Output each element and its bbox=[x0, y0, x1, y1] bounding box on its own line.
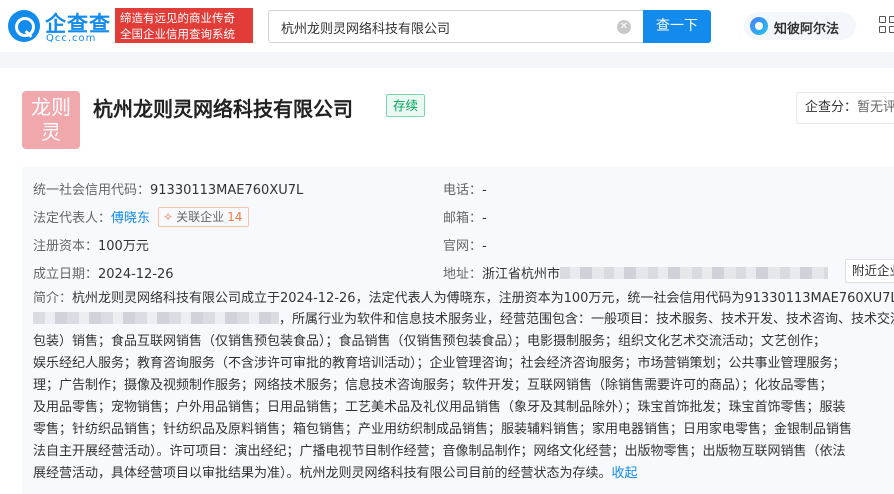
qcc-logo[interactable]: 企查查 Qcc.com bbox=[8, 8, 112, 44]
founded-value: 2024-12-26 bbox=[98, 267, 174, 282]
capital-value: 100万元 bbox=[98, 239, 149, 254]
slogan-line2: 全国企业信用查询系统 bbox=[120, 27, 235, 41]
address-value[interactable]: 浙江省杭州市 bbox=[482, 267, 560, 282]
founded-field: 成立日期：2024-12-26 bbox=[33, 263, 174, 282]
related-icon: ✧ bbox=[163, 210, 174, 224]
phone-label: 电话： bbox=[443, 183, 483, 198]
related-companies-tag[interactable]: ✧ 关联企业 14 bbox=[158, 207, 250, 227]
email-field: 邮箱：- bbox=[443, 207, 487, 226]
intro-line-1: 简介：杭州龙则灵网络科技有限公司成立于2024-12-26，法定代表人为傅晓东，… bbox=[33, 290, 894, 308]
intro-line-2: ，所属行业为软件和信息技术服务业，经营范围包含：一般项目：技术服务、技术开发、技… bbox=[33, 311, 894, 329]
nearby-companies-button[interactable]: 附近企业 bbox=[845, 259, 894, 283]
top-header: 企查查 Qcc.com 缔造有远见的商业传奇 全国企业信用查询系统 杭州龙则灵网… bbox=[0, 0, 894, 52]
address-field: 地址：浙江省杭州市 bbox=[443, 263, 829, 282]
capital-label: 注册资本： bbox=[33, 239, 99, 254]
intro-label: 简介： bbox=[33, 291, 73, 306]
intro-line-9: 展经营活动，具体经营项目以审批结果为准）。杭州龙则灵网络科技有限公司目前的经营状… bbox=[33, 465, 638, 483]
avatar-line1: 龙则 bbox=[31, 95, 71, 119]
related-label: 关联企业 bbox=[176, 210, 225, 224]
zhibi-alpha-button[interactable]: 知彼阿尔法 bbox=[744, 12, 856, 40]
search-input-value: 杭州龙则灵网络科技有限公司 bbox=[281, 22, 451, 37]
founded-label: 成立日期： bbox=[33, 267, 99, 282]
intro-line-4: 娱乐经纪人服务；教育咨询服务（不含涉许可审批的教育培训活动）；企业管理咨询；社会… bbox=[33, 356, 846, 371]
header-divider-band bbox=[0, 52, 894, 68]
clear-icon[interactable]: ✕ bbox=[617, 20, 631, 34]
status-badge: 存续 bbox=[386, 94, 426, 117]
intro-line-6: 及用品零售；宠物销售；户外用品销售；日用品销售；工艺美术品及礼仪用品销售（象牙及… bbox=[33, 400, 846, 415]
capital-field: 注册资本：100万元 bbox=[33, 235, 149, 254]
intro-line-5: 理；广告制作；摄像及视频制作服务；网络技术服务；信息技术咨询服务；软件开发；互联… bbox=[33, 378, 833, 393]
slogan-line1: 缔造有远见的商业传奇 bbox=[120, 11, 235, 25]
intro-text-9: 展经营活动，具体经营项目以审批结果为准）。杭州龙则灵网络科技有限公司目前的经营状… bbox=[33, 466, 612, 481]
related-count: 14 bbox=[227, 210, 243, 224]
qcc-score-box[interactable]: 企查分：暂无评分 bbox=[796, 92, 894, 124]
apps-grid-icon[interactable] bbox=[876, 12, 894, 40]
phone-field: 电话：- bbox=[443, 179, 487, 198]
avatar-line2: 灵 bbox=[41, 120, 61, 144]
website-field: 官网：- bbox=[443, 235, 487, 254]
qcc-score-label: 企查分： bbox=[805, 100, 858, 115]
logo-text-en: Qcc.com bbox=[46, 33, 97, 44]
website-value: - bbox=[482, 239, 487, 254]
website-label: 官网： bbox=[443, 239, 483, 254]
intro-redacted-mask bbox=[33, 312, 279, 324]
search-button[interactable]: 查一下 bbox=[643, 10, 711, 43]
legal-rep-label: 法定代表人： bbox=[33, 211, 112, 226]
legal-rep-link[interactable]: 傅晓东 bbox=[111, 211, 150, 226]
intro-text-1: 杭州龙则灵网络科技有限公司成立于2024-12-26，法定代表人为傅晓东，注册资… bbox=[72, 291, 894, 306]
intro-line-7: 零售；针纺织品销售；针纺织品及原料销售；箱包销售；产业用纺织制成品销售；服装辅料… bbox=[33, 422, 853, 437]
legal-rep-field: 法定代表人：傅晓东 ✧ 关联企业 14 bbox=[33, 207, 250, 227]
zhibi-logo-icon bbox=[750, 17, 768, 35]
credit-code-value: 91330113MAE760XU7L bbox=[150, 183, 304, 198]
address-redacted-mask bbox=[560, 267, 829, 279]
credit-code-field: 统一社会信用代码：91330113MAE760XU7L bbox=[33, 179, 303, 198]
email-label: 邮箱： bbox=[443, 211, 483, 226]
company-name: 杭州龙则灵网络科技有限公司 bbox=[93, 97, 353, 121]
magnifier-logo-icon bbox=[8, 10, 40, 42]
intro-line-8: 法自主开展经营活动）。许可项目：演出经纪；广播电视节目制作经营；音像制品制作；网… bbox=[33, 444, 846, 459]
intro-text-2: ，所属行业为软件和信息技术服务业，经营范围包含：一般项目：技术服务、技术开发、技… bbox=[279, 312, 894, 327]
search-input[interactable]: 杭州龙则灵网络科技有限公司 ✕ bbox=[268, 10, 644, 43]
zhibi-label: 知彼阿尔法 bbox=[774, 22, 840, 37]
slogan-banner: 缔造有远见的商业传奇 全国企业信用查询系统 bbox=[115, 8, 253, 43]
intro-line-3: 包装）销售；食品互联网销售（仅销售预包装食品）；食品销售（仅销售预包装食品）；电… bbox=[33, 334, 827, 349]
phone-value: - bbox=[482, 183, 487, 198]
credit-code-label: 统一社会信用代码： bbox=[33, 183, 151, 198]
collapse-link[interactable]: 收起 bbox=[612, 466, 638, 481]
email-value: - bbox=[482, 211, 487, 226]
address-label: 地址： bbox=[443, 267, 483, 282]
qcc-score-value: 暂无评分 bbox=[857, 100, 894, 115]
company-avatar: 龙则 灵 bbox=[22, 91, 80, 149]
